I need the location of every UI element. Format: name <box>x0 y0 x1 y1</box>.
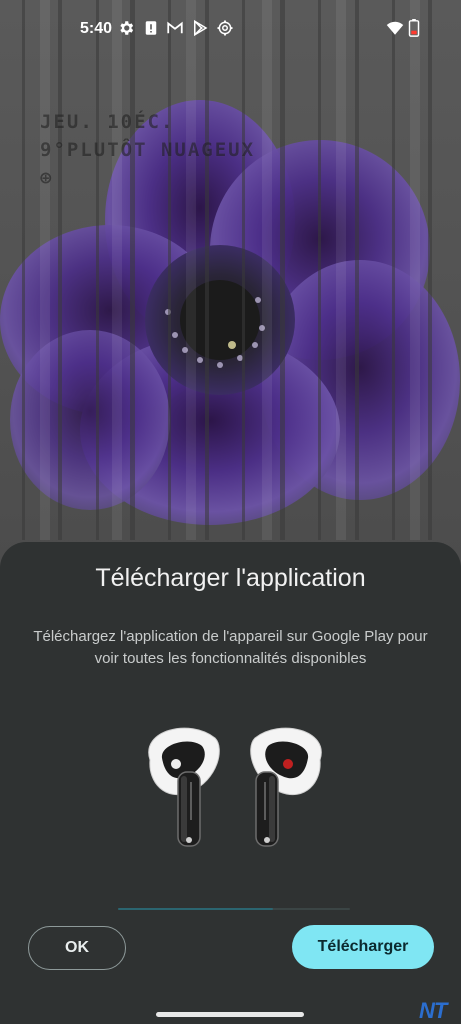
alert-icon <box>142 19 160 37</box>
wifi-icon <box>386 19 404 37</box>
sheet-description: Téléchargez l'application de l'appareil … <box>33 628 428 667</box>
lockscreen-clock-widget: JEU. 10ÉC. 9°PLUTÔT NUAGEUX ⊕ <box>40 108 255 192</box>
download-progress-fill <box>118 908 274 910</box>
watermark-logo: NT <box>419 998 447 1023</box>
battery-low-icon <box>408 19 420 37</box>
wall-glyph: ⊕ <box>40 167 54 189</box>
wall-date: JEU. 10ÉC. <box>40 111 175 133</box>
home-gesture-bar[interactable] <box>156 1012 304 1017</box>
download-button[interactable]: Télécharger <box>292 925 434 969</box>
status-bar: 5:40 <box>0 0 461 58</box>
left-earbud-image <box>148 727 220 847</box>
ok-button[interactable]: OK <box>28 926 126 970</box>
sheet-title: Télécharger l'application <box>95 564 366 592</box>
status-time: 5:40 <box>80 20 113 37</box>
settings-outline-icon <box>216 19 234 37</box>
settings-gear-icon <box>117 19 135 37</box>
right-earbud-image <box>250 727 322 847</box>
wall-weather: 9°PLUTÔT NUAGEUX <box>40 139 256 161</box>
download-progress-bar <box>118 908 350 910</box>
gmail-icon <box>166 19 184 37</box>
download-app-sheet: Télécharger l'application Téléchargez l'… <box>0 542 461 1024</box>
earbuds-image <box>130 720 340 860</box>
play-store-icon <box>191 19 209 37</box>
